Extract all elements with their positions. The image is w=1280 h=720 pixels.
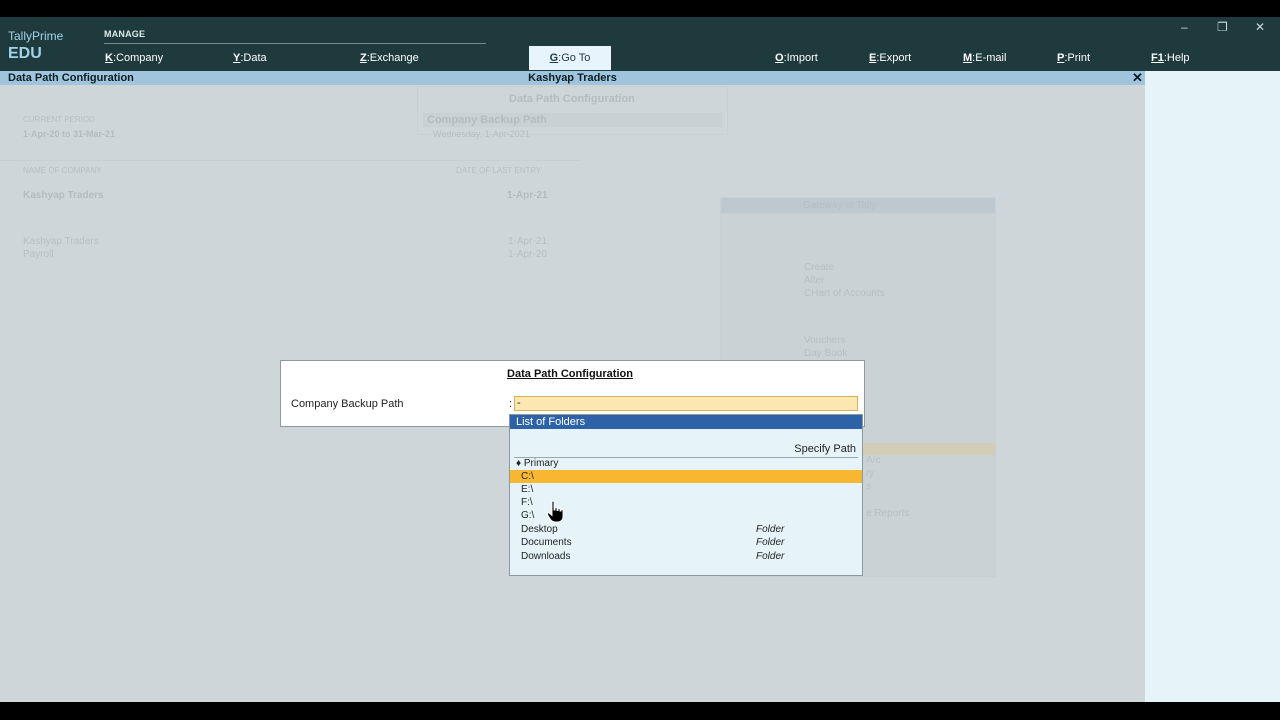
folder-list-header: List of Folders	[510, 415, 862, 429]
menu-label: Help	[1166, 52, 1190, 64]
folder-list-divider	[514, 457, 858, 458]
manage-section-label: MANAGE	[104, 29, 146, 39]
menu-key: O	[775, 52, 784, 64]
bg-selected-company-date: 1-Apr-21	[507, 190, 548, 201]
brand-name: TallyPrime	[8, 29, 64, 43]
bg-company-row: Kashyap Traders	[23, 236, 99, 247]
menu-export[interactable]: E:Export	[869, 52, 911, 64]
top-letterbox	[0, 0, 1280, 17]
folder-list-popup: List of Folders Specify Path ♦ Primary C…	[509, 414, 863, 576]
folder-type: Folder	[756, 537, 785, 548]
menu-exchange[interactable]: Z:Exchange	[360, 52, 419, 64]
dialog-title: Data Path Configuration	[507, 368, 633, 380]
bg-gateway-item: A/c	[866, 455, 881, 466]
menu-key: F1	[1151, 52, 1164, 64]
menu-import[interactable]: O:Import	[775, 52, 818, 64]
close-window-icon[interactable]: ✕	[1255, 20, 1265, 34]
menu-email[interactable]: M:E-mail	[963, 52, 1006, 64]
menu-key: M	[963, 52, 973, 64]
bg-popup-title: Data Path Configuration	[509, 93, 635, 105]
menu-label: E-mail	[975, 52, 1007, 64]
menu-company[interactable]: K:Company	[105, 52, 163, 64]
right-button-panel	[1145, 71, 1280, 702]
folder-item-e[interactable]: E:\	[510, 483, 862, 496]
primary-group-label: ♦ Primary	[516, 458, 559, 469]
brand-edition: EDU	[8, 45, 42, 62]
specify-path-option[interactable]: Specify Path	[794, 443, 856, 455]
menu-data[interactable]: Y:Data	[233, 52, 267, 64]
tally-window: TallyPrime EDU MANAGE K:Company Y:Data Z…	[0, 0, 1280, 720]
screen-title: Data Path Configuration	[8, 72, 134, 84]
menu-key: E	[869, 52, 877, 64]
folder-name: Desktop	[521, 524, 558, 535]
menu-key: K	[105, 52, 113, 64]
menu-help[interactable]: F1:Help	[1151, 52, 1190, 64]
company-backup-path-input[interactable]: -	[514, 396, 858, 411]
close-screen-icon[interactable]: ✕	[1132, 71, 1143, 85]
menu-key: P	[1057, 52, 1065, 64]
menu-key: G	[549, 52, 559, 64]
menu-label: Company	[116, 52, 164, 64]
bottom-letterbox	[0, 702, 1280, 720]
menu-label: Go To	[561, 52, 591, 64]
bg-gateway-item: Vouchers	[804, 335, 846, 346]
menu-key: Z	[360, 52, 367, 64]
minimize-icon[interactable]: –	[1181, 20, 1188, 34]
bg-current-period-label: CURRENT PERIOD	[23, 115, 95, 124]
menu-label: Export	[879, 52, 912, 64]
bg-divider	[0, 160, 580, 161]
folder-name: Downloads	[521, 551, 571, 562]
bg-date-last-entry-label: DATE OF LAST ENTRY	[456, 166, 542, 175]
bg-gateway-item: ry	[866, 468, 875, 479]
bg-gateway-item: s	[866, 481, 871, 492]
folder-item-documents[interactable]: Documents Folder	[510, 536, 862, 549]
restore-icon[interactable]: ❐	[1217, 20, 1228, 34]
bg-gateway-item: Create	[804, 262, 835, 273]
bg-company-row: Payroll	[23, 249, 54, 260]
bg-gateway-item: e Reports	[866, 508, 910, 519]
top-header: TallyPrime EDU MANAGE K:Company Y:Data Z…	[0, 17, 1280, 71]
field-colon: :	[509, 398, 513, 410]
bg-current-period: 1-Apr-20 to 31-Mar-21	[23, 129, 116, 139]
bg-company-date: 1-Apr-20	[508, 249, 547, 260]
company-backup-path-label: Company Backup Path	[291, 398, 404, 410]
folder-name: G:\	[521, 510, 535, 521]
menu-label: Print	[1067, 52, 1091, 64]
bg-gateway-highlight	[862, 443, 995, 455]
folder-type: Folder	[756, 551, 785, 562]
menu-print[interactable]: P:Print	[1057, 52, 1090, 64]
bg-gateway-item: CHart of Accounts	[804, 288, 885, 299]
hand-cursor-icon	[546, 500, 564, 523]
folder-name: C:\	[521, 471, 534, 482]
bg-current-date: Wednesday, 1-Apr-2021	[433, 129, 530, 139]
bg-company-date: 1-Apr-21	[508, 236, 547, 247]
screen-titlebar: Kashyap Traders Data Path Configuration …	[0, 71, 1145, 85]
bg-gateway-title: Gateway of Tally	[803, 200, 877, 211]
company-title: Kashyap Traders	[528, 72, 617, 84]
goto-button[interactable]: G:Go To	[529, 46, 611, 70]
folder-item-desktop[interactable]: Desktop Folder	[510, 523, 862, 536]
menu-label: Data	[243, 52, 267, 64]
menu-key: Y	[233, 52, 241, 64]
folder-item-downloads[interactable]: Downloads Folder	[510, 550, 862, 563]
bg-gateway-item: Alter	[804, 275, 825, 286]
folder-name: F:\	[521, 497, 533, 508]
manage-divider	[104, 43, 486, 44]
bg-name-of-company-label: NAME OF COMPANY	[23, 166, 102, 175]
bg-popup-field: Company Backup Path	[427, 114, 547, 126]
folder-type: Folder	[756, 524, 785, 535]
folder-item-c[interactable]: C:\	[510, 470, 862, 483]
menu-label: Exchange	[369, 52, 419, 64]
folder-name: E:\	[521, 484, 534, 495]
bg-gateway-item: Day Book	[804, 348, 848, 359]
folder-name: Documents	[521, 537, 572, 548]
bg-selected-company: Kashyap Traders	[23, 190, 104, 201]
menu-label: Import	[786, 52, 818, 64]
